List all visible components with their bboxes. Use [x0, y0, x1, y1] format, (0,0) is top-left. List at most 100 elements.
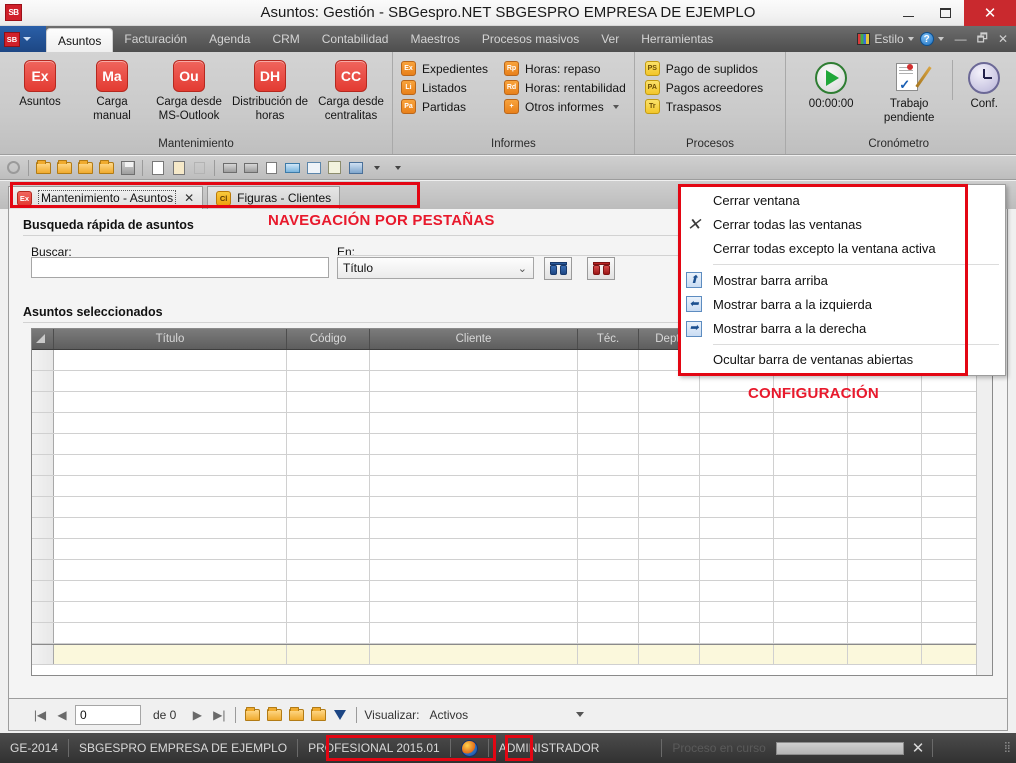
window-context-menu[interactable]: Cerrar ventana ✕ Cerrar todas las ventan…	[678, 184, 1006, 376]
menu-item-herramientas[interactable]: Herramientas	[630, 26, 724, 52]
table-cell[interactable]	[639, 413, 700, 433]
table-cell[interactable]	[639, 518, 700, 538]
table-cell[interactable]	[639, 497, 700, 517]
row-header-cell[interactable]	[32, 602, 54, 622]
search-input[interactable]	[31, 257, 329, 278]
grid-vertical-scrollbar[interactable]	[976, 329, 992, 675]
table-cell[interactable]	[578, 581, 639, 601]
new-record-icon[interactable]	[243, 706, 261, 724]
table-cell[interactable]	[700, 539, 774, 559]
row-header-cell[interactable]	[32, 581, 54, 601]
table-cell[interactable]	[774, 581, 848, 601]
menu-item-asuntos[interactable]: Asuntos	[46, 28, 113, 52]
table-cell[interactable]	[848, 434, 922, 454]
row-header-cell[interactable]	[32, 455, 54, 475]
ribbon-button-listados[interactable]: Li Listados	[401, 80, 488, 95]
row-header-cell[interactable]	[32, 392, 54, 412]
table-cell[interactable]	[700, 518, 774, 538]
table-row[interactable]	[32, 413, 992, 434]
table-cell[interactable]	[370, 645, 578, 664]
refresh-icon[interactable]	[4, 158, 23, 177]
table-cell[interactable]	[54, 539, 287, 559]
table-cell[interactable]	[370, 560, 578, 580]
table-cell[interactable]	[578, 645, 639, 664]
overflow-chevron-down-icon[interactable]	[388, 158, 407, 177]
table-cell[interactable]	[54, 602, 287, 622]
table-cell[interactable]	[287, 350, 370, 370]
ctx-ocultar-barra[interactable]: Ocultar barra de ventanas abiertas	[679, 348, 1005, 372]
menu-item-facturacion[interactable]: Facturación	[113, 26, 198, 52]
menu-item-contabilidad[interactable]: Contabilidad	[311, 26, 400, 52]
table-row[interactable]	[32, 497, 992, 518]
table-cell[interactable]	[578, 413, 639, 433]
table-cell[interactable]	[578, 476, 639, 496]
print-icon[interactable]	[220, 158, 239, 177]
table-cell[interactable]	[639, 392, 700, 412]
table-cell[interactable]	[774, 602, 848, 622]
table-cell[interactable]	[54, 350, 287, 370]
support-button[interactable]	[451, 733, 488, 763]
ribbon-button-carga-manual[interactable]: Ma Carga manual	[76, 56, 148, 124]
table-cell[interactable]	[287, 371, 370, 391]
paste-icon[interactable]	[169, 158, 188, 177]
table-cell[interactable]	[700, 623, 774, 643]
table-row[interactable]	[32, 602, 992, 623]
search-button[interactable]	[544, 257, 572, 280]
table-cell[interactable]	[287, 455, 370, 475]
table-cell[interactable]	[54, 623, 287, 643]
table-cell[interactable]	[54, 476, 287, 496]
print-preview-icon[interactable]	[262, 158, 281, 177]
resize-grip-icon[interactable]: ⣿	[1004, 744, 1016, 752]
help-icon[interactable]: ?	[920, 32, 934, 46]
ribbon-button-horas-repaso[interactable]: Rp Horas: repaso	[504, 61, 626, 76]
row-header-cell[interactable]	[32, 371, 54, 391]
maximize-button[interactable]	[927, 0, 964, 26]
search-field-select[interactable]: Título ⌄	[337, 257, 534, 279]
table-cell[interactable]	[370, 455, 578, 475]
table-cell[interactable]	[287, 518, 370, 538]
last-record-icon[interactable]: ▶|	[210, 706, 228, 724]
table-cell[interactable]	[54, 518, 287, 538]
table-cell[interactable]	[287, 497, 370, 517]
table-cell[interactable]	[639, 623, 700, 643]
table-row[interactable]	[32, 455, 992, 476]
table-row[interactable]	[32, 476, 992, 497]
next-record-icon[interactable]: ▶	[188, 706, 206, 724]
table-cell[interactable]	[700, 413, 774, 433]
ribbon-button-conf[interactable]: Conf.	[957, 56, 1011, 126]
chevron-down-icon[interactable]	[613, 105, 619, 109]
doc-minimize-button[interactable]: —	[950, 32, 972, 46]
table-cell[interactable]	[639, 602, 700, 622]
table-cell[interactable]	[848, 645, 922, 664]
ribbon-button-expedientes[interactable]: Ex Expedientes	[401, 61, 488, 76]
doc-restore-button[interactable]: 🗗	[972, 29, 993, 50]
previous-record-icon[interactable]: ◀	[53, 706, 71, 724]
ribbon-button-pago-suplidos[interactable]: PS Pago de suplidos	[645, 61, 763, 76]
table-cell[interactable]	[578, 434, 639, 454]
ctx-mostrar-barra-izquierda[interactable]: ⬅ Mostrar barra a la izquierda	[679, 292, 1005, 316]
visualizar-value[interactable]: Activos	[430, 708, 469, 722]
table-row[interactable]	[32, 518, 992, 539]
new-folder-icon[interactable]	[34, 158, 53, 177]
table-cell[interactable]	[700, 476, 774, 496]
open-folder-icon[interactable]	[76, 158, 95, 177]
table-cell[interactable]	[287, 560, 370, 580]
ribbon-button-partidas[interactable]: Pa Partidas	[401, 99, 488, 114]
menu-item-ver[interactable]: Ver	[590, 26, 630, 52]
table-row[interactable]	[32, 560, 992, 581]
row-header-cell[interactable]	[32, 350, 54, 370]
table-cell[interactable]	[848, 455, 922, 475]
print-setup-icon[interactable]	[241, 158, 260, 177]
table-cell[interactable]	[700, 645, 774, 664]
grid-column-tec[interactable]: Téc.	[578, 329, 639, 349]
table-cell[interactable]	[700, 497, 774, 517]
export-folder-icon[interactable]	[97, 158, 116, 177]
table-cell[interactable]	[848, 518, 922, 538]
table-cell[interactable]	[774, 455, 848, 475]
ribbon-button-pagos-acreedores[interactable]: PA Pagos acreedores	[645, 80, 763, 95]
tab-close-icon[interactable]: ✕	[184, 191, 194, 205]
layout-icon[interactable]	[346, 158, 365, 177]
cancel-process-icon[interactable]: ✕	[904, 739, 933, 757]
table-cell[interactable]	[848, 623, 922, 643]
help-chevron-down-icon[interactable]	[938, 37, 944, 41]
